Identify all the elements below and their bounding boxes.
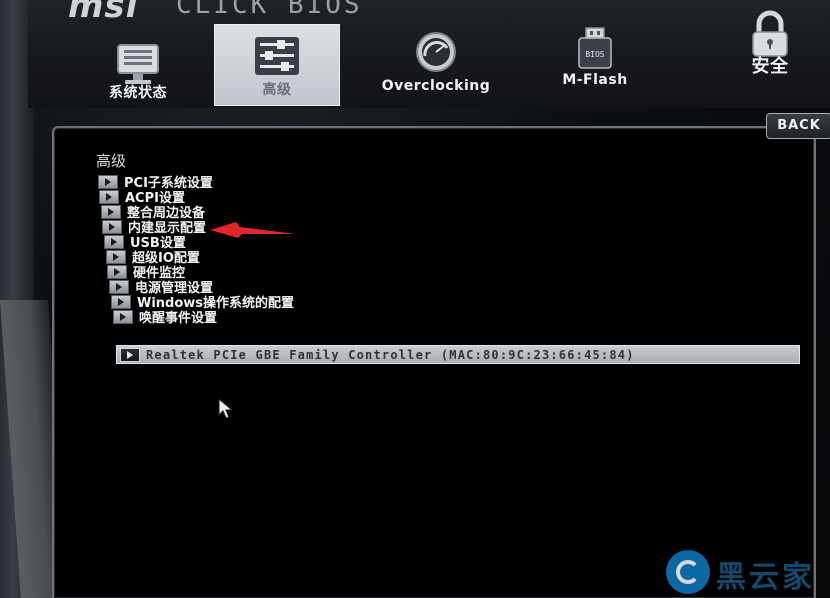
photo-of-bios-screen: msi CLICK BIOS 系统状态 高级 Overclocking BIOS… xyxy=(0,0,830,598)
watermark-logo-icon xyxy=(666,550,710,594)
section-title: 高级 xyxy=(96,152,127,170)
submenu-arrow-icon xyxy=(111,294,131,309)
bios-header: msi CLICK BIOS 系统状态 高级 Overclocking BIOS… xyxy=(28,0,830,108)
tab-advanced-label: 高级 xyxy=(262,82,292,98)
submenu-arrow-icon xyxy=(107,264,127,279)
tab-m-flash-label: M-Flash xyxy=(562,72,628,88)
submenu-arrow-icon xyxy=(113,309,133,324)
submenu-arrow-icon xyxy=(109,279,129,294)
submenu-arrow-icon xyxy=(106,249,126,264)
msi-logo: msi xyxy=(68,0,139,26)
usb-flash-icon: BIOS xyxy=(578,27,612,69)
submenu-arrow-icon xyxy=(120,347,140,362)
tab-advanced[interactable]: 高级 xyxy=(214,24,340,106)
submenu-arrow-icon xyxy=(101,204,121,219)
settings-sliders-icon xyxy=(255,37,299,75)
speedometer-icon xyxy=(416,32,456,72)
svg-text:BIOS: BIOS xyxy=(585,50,604,59)
submenu-arrow-icon xyxy=(102,219,122,234)
tab-security[interactable]: 安全 xyxy=(728,10,812,108)
padlock-icon xyxy=(752,10,788,57)
network-controller-row[interactable]: Realtek PCIe GBE Family Controller (MAC:… xyxy=(116,345,800,364)
network-controller-label: Realtek PCIe GBE Family Controller (MAC:… xyxy=(146,347,635,362)
click-bios-logo: CLICK BIOS xyxy=(176,0,363,20)
menu-item-wake-events[interactable]: 唤醒事件设置 xyxy=(113,309,358,326)
watermark-text: 黑云家 xyxy=(716,560,815,595)
submenu-arrow-icon xyxy=(104,234,124,249)
menu-item-label: 唤醒事件设置 xyxy=(139,311,218,326)
back-button[interactable]: BACK xyxy=(766,113,830,139)
tab-system-status[interactable]: 系统状态 xyxy=(88,26,188,108)
tab-overclocking-label: Overclocking xyxy=(381,78,491,94)
mouse-pointer-icon xyxy=(218,398,234,419)
tab-security-label: 安全 xyxy=(751,56,789,77)
advanced-menu-list: PCI子系统设置 ACPI设置 整合周边设备 内建显示配置 USB设置 超级IO… xyxy=(98,174,358,326)
tab-system-status-label: 系统状态 xyxy=(109,85,167,101)
submenu-arrow-icon xyxy=(99,189,119,204)
submenu-arrow-icon xyxy=(98,174,118,189)
tab-m-flash[interactable]: BIOS M-Flash xyxy=(540,26,650,108)
tab-overclocking[interactable]: Overclocking xyxy=(366,26,506,108)
